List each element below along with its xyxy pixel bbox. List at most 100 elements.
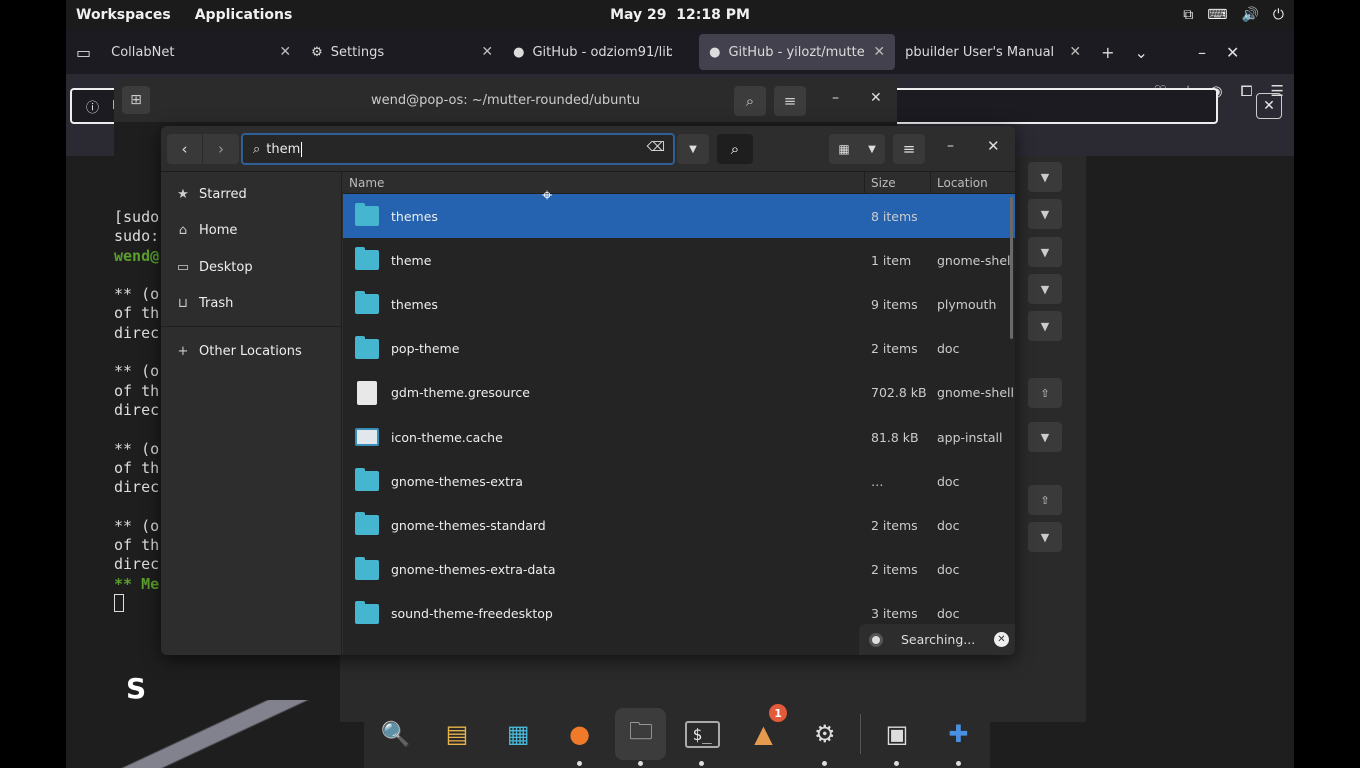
top-panel: Workspaces Applications May 29 12:18 PM … [66,0,1294,30]
dropdown-icon[interactable]: ▼ [1028,274,1062,304]
star-icon: ★ [177,186,189,202]
search-text: them [266,141,301,157]
search-icon[interactable]: ⌕ [734,86,766,116]
folder-icon [355,335,379,359]
menu-button[interactable]: ≡ [893,134,925,164]
terminal-icon[interactable]: $_ [676,708,727,766]
forward-button[interactable]: › [203,134,239,164]
sidebar-item-trash[interactable]: ⊔ Trash [161,286,341,323]
file-name: gnome-themes-extra-data [391,562,556,578]
gnome-tweaks-icon[interactable]: ▣ [871,708,922,766]
close-tab-icon[interactable]: ✕ [873,44,885,60]
clock[interactable]: May 29 12:18 PM [66,7,1294,23]
sidebar-item-desktop[interactable]: ▭ Desktop [161,249,341,286]
tab-github-odziom91[interactable]: ● GitHub - odziom91/libad [503,34,699,70]
file-row[interactable]: pop-theme 2 items doc [343,327,1015,371]
minimize-icon[interactable]: – [1188,43,1216,62]
minimize-button[interactable]: – [947,138,954,154]
info-icon[interactable]: ⓘ [86,97,99,116]
tab-overview-icon[interactable]: ▭ [66,43,101,62]
terminal-line: of th [114,458,160,477]
tab-collabnet[interactable]: CollabNet ✕ [101,34,301,70]
workspaces-app-icon[interactable]: ▤ [431,708,482,760]
file-size: 702.8 kB [871,385,927,401]
close-icon[interactable]: ✕ [1216,43,1249,62]
dropdown-icon[interactable]: ▼ [1028,237,1062,267]
search-toggle-button[interactable]: ⌕ [717,134,753,164]
tab-github-yilozt[interactable]: ● GitHub - yilozt/mutter-ro ✕ [699,34,896,70]
search-input[interactable]: ⌕ them ⌫ [241,133,675,165]
dropdown-icon[interactable]: ▼ [1028,522,1062,552]
file-size: 81.8 kB [871,429,919,445]
file-name: themes [391,208,438,224]
terminal-line: direc [114,323,160,342]
power-icon[interactable]: ⏻ [1273,7,1284,23]
view-mode-button[interactable]: ▦ ▼ [829,134,885,164]
tiling-icon[interactable]: ⧉ [1183,7,1193,23]
upload-icon[interactable]: ⇧ [1028,378,1062,408]
sidebar-item-label: Home [199,223,238,239]
tab-pbuilder[interactable]: pbuilder User's Manual ✕ [895,34,1091,70]
column-header-size[interactable]: Size [865,172,931,193]
keyboard-icon[interactable]: ⌨ [1207,7,1227,23]
files-icon[interactable]: 🗀 [615,708,667,766]
file-row[interactable]: theme 1 item gnome-shell [343,238,1015,282]
close-tab-icon[interactable]: ✕ [481,44,493,60]
file-size: 2 items [871,562,918,578]
search-options-button[interactable]: ▼ [677,134,709,164]
close-tab-icon[interactable]: ✕ [279,44,291,60]
dropdown-icon[interactable]: ▼ [1028,311,1062,341]
extensions-icon[interactable]: ⧠ [1241,82,1253,100]
sidebar-item-starred[interactable]: ★ Starred [161,176,341,213]
file-row[interactable]: icon-theme.cache 81.8 kB app-install [343,415,1015,459]
upload-icon[interactable]: ⇧ [1028,485,1062,515]
clear-search-icon[interactable]: ⌫ [647,140,665,155]
search-app-icon[interactable]: 🔍 [370,708,421,760]
dropdown-icon[interactable]: ▼ [1028,422,1062,452]
close-button[interactable]: ✕ [987,137,1000,155]
file-location: doc [937,473,960,489]
list-tabs-icon[interactable]: ⌄ [1125,43,1158,62]
file-name: gnome-themes-standard [391,517,546,533]
dropdown-icon[interactable]: ▼ [1028,162,1062,192]
close-tab-icon[interactable]: ✕ [1069,44,1081,60]
file-location: gnome-shell [937,252,1014,268]
tab-settings[interactable]: ⚙ Settings ✕ [301,34,503,70]
folder-icon [355,291,379,315]
column-header-location[interactable]: Location [931,172,1015,193]
desktop-screen: Workspaces Applications May 29 12:18 PM … [66,0,1294,768]
text-caret [301,141,303,157]
sidebar-item-other-locations[interactable]: + Other Locations [161,333,341,370]
sidebar-item-label: Other Locations [199,343,302,359]
extensions-icon[interactable]: ✚ [933,708,984,766]
spinner-icon [869,632,883,647]
file-row[interactable]: gnome-themes-extra-data 2 items doc [343,548,1015,592]
terminal-line: direc [114,400,160,419]
close-overlay-icon[interactable]: ✕ [1256,93,1282,119]
settings-icon[interactable]: ⚙ [799,708,850,766]
dropdown-icon[interactable]: ▼ [1028,199,1062,229]
pop-shop-icon[interactable]: ▲ 1 [738,704,789,760]
scrollbar[interactable] [1010,197,1013,339]
back-button[interactable]: ‹ [167,134,203,164]
github-icon: ● [709,44,721,60]
close-icon[interactable]: ✕ [870,90,882,106]
app-grid-icon[interactable]: ▦ [493,708,544,760]
file-row[interactable]: gnome-themes-standard 2 items doc [343,503,1015,547]
cancel-search-icon[interactable]: ✕ [994,632,1009,647]
file-name: pop-theme [391,341,460,357]
menu-icon[interactable]: ≡ [774,86,806,116]
file-row[interactable]: themes 9 items plymouth [343,282,1015,326]
file-row[interactable]: themes 8 items [343,194,1015,239]
volume-icon[interactable]: 🔊 [1241,7,1258,23]
firefox-icon[interactable]: ● [554,708,605,766]
new-tab-icon[interactable]: + [1091,43,1124,62]
new-tab-icon[interactable]: ⊞ [122,86,150,114]
minimize-icon[interactable]: – [832,90,839,106]
file-row[interactable]: gnome-themes-extra … doc [343,459,1015,503]
sidebar-item-home[interactable]: ⌂ Home [161,213,341,250]
column-header-name[interactable]: Name [343,172,865,193]
file-row[interactable]: gdm-theme.gresource 702.8 kB gnome-shell [343,371,1015,415]
file-size: 2 items [871,517,918,533]
